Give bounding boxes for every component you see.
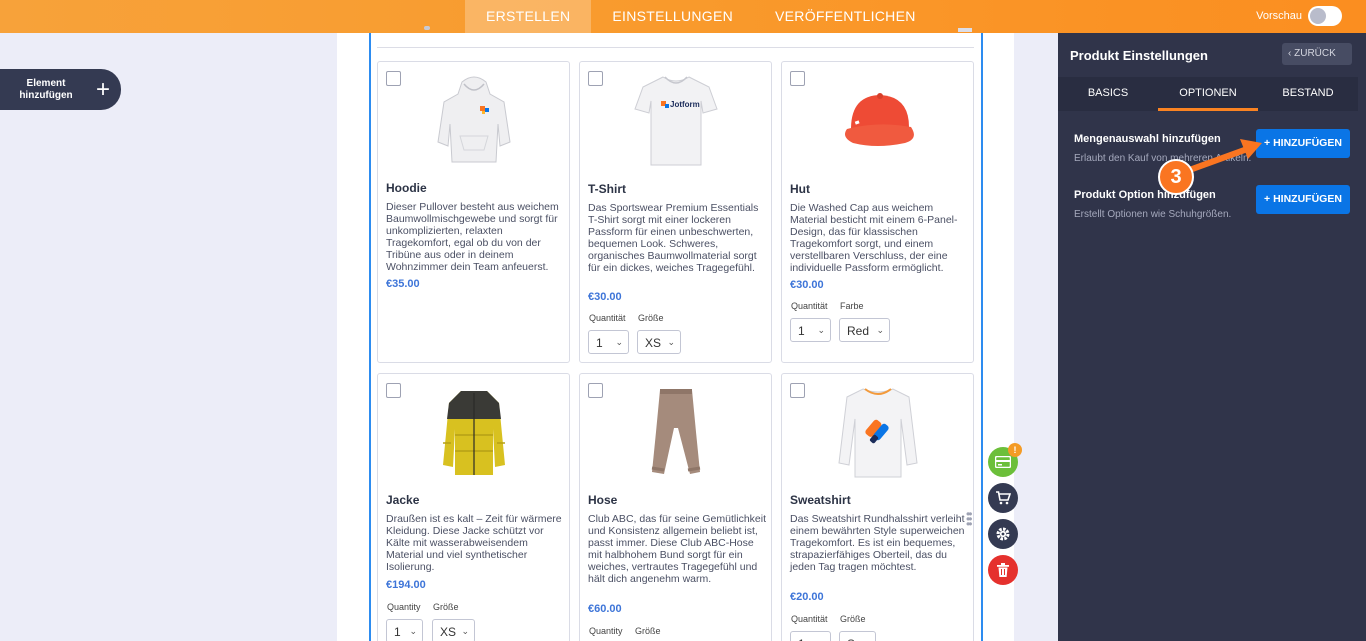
product-price: €20.00 [790, 591, 824, 603]
delete-field-button[interactable] [988, 555, 1018, 585]
chevron-down-icon: ⌄ [461, 626, 469, 636]
quantity-label: Quantity [387, 602, 421, 612]
quantity-label: Quantität [791, 614, 828, 624]
quantity-value: 1 [798, 324, 805, 338]
product-card-tshirt: Jotform T-Shirt Das Sportswear Premium E… [579, 61, 772, 363]
add-element-button[interactable]: Element hinzufügen + [0, 69, 121, 110]
color-value: Red [847, 324, 870, 338]
product-description: Club ABC, das für seine Gemütlichkeit un… [588, 513, 766, 585]
drag-handle-icon[interactable]: •• •• •• [966, 508, 973, 530]
quantity-label: Quantität [589, 313, 626, 323]
sweatshirt-image [782, 380, 973, 484]
quantity-value: 1 [798, 637, 805, 641]
cart-button[interactable] [988, 483, 1018, 513]
product-name: Hose [588, 493, 618, 507]
product-name: Hut [790, 182, 810, 196]
quantity-select[interactable]: 1⌄ [790, 631, 831, 641]
cap-image [782, 68, 973, 172]
product-price: €35.00 [386, 278, 420, 290]
jacket-image [378, 380, 569, 484]
chevron-down-icon: ⌄ [876, 325, 884, 335]
product-name: T-Shirt [588, 182, 626, 196]
product-price: €194.00 [386, 579, 426, 591]
size-label: Größe [635, 626, 661, 636]
color-select[interactable]: Red ⌄ [839, 318, 890, 342]
shopping-cart-icon [996, 491, 1011, 505]
quantity-select[interactable]: 1⌄ [790, 318, 831, 342]
size-value: XS [440, 625, 457, 639]
product-description: Draußen ist es kalt – Zeit für wärmere K… [386, 513, 562, 573]
size-label: Größe [638, 313, 664, 323]
product-name: Sweatshirt [790, 493, 851, 507]
product-price: €30.00 [790, 279, 824, 291]
tab-basics[interactable]: BASICS [1058, 77, 1158, 111]
panel-title: Produkt Einstellungen [1070, 48, 1208, 63]
size-select[interactable]: S⌄ [839, 631, 876, 641]
product-price: €60.00 [588, 603, 622, 615]
size-label: Größe [433, 602, 459, 612]
preview-toggle[interactable] [1308, 6, 1342, 26]
tshirt-image: Jotform [580, 68, 771, 172]
field-settings-button[interactable] [988, 519, 1018, 549]
pants-image [580, 380, 771, 484]
hoodie-image [378, 68, 569, 172]
product-description: Die Washed Cap aus weichem Material best… [790, 202, 958, 274]
chevron-down-icon: ⌄ [615, 337, 623, 347]
trash-icon [997, 563, 1009, 577]
back-label: ZURÜCK [1294, 48, 1336, 59]
divider [377, 47, 974, 48]
product-price: €30.00 [588, 291, 622, 303]
credit-card-icon [995, 456, 1011, 468]
preview-label: Vorschau [1256, 10, 1302, 22]
product-card-hut: Hut Die Washed Cap aus weichem Material … [781, 61, 974, 363]
tab-bestand[interactable]: BESTAND [1258, 77, 1358, 111]
product-description: Dieser Pullover besteht aus weichem Baum… [386, 201, 559, 273]
svg-text:Jotform: Jotform [670, 100, 700, 109]
color-label: Farbe [840, 301, 864, 311]
size-label: Größe [840, 614, 866, 624]
tab-veroeffentlichen[interactable]: VERÖFFENTLICHEN [754, 0, 937, 33]
back-button[interactable]: ‹ ZURÜCK [1282, 43, 1352, 65]
quantity-label: Quantity [589, 626, 623, 636]
warning-badge: ! [1008, 443, 1022, 457]
product-description: Das Sportswear Premium Essentials T-Shir… [588, 202, 759, 274]
product-description: Das Sweatshirt Rundhalsshirt verleiht ei… [790, 513, 965, 573]
product-option-title: Produkt Option hinzufügen [1074, 189, 1216, 201]
quantity-value: 1 [596, 336, 603, 350]
size-value: S [847, 637, 855, 641]
product-name: Jacke [386, 493, 420, 507]
quantity-value: 1 [394, 625, 401, 639]
gear-icon [996, 527, 1010, 541]
size-select[interactable]: XS ⌄ [432, 619, 475, 641]
settings-tabs: BASICS OPTIONEN BESTAND [1058, 77, 1358, 111]
tab-erstellen[interactable]: ERSTELLEN [465, 0, 592, 33]
chevron-left-icon: ‹ [1288, 48, 1292, 59]
product-card-hose: Hose Club ABC, das für seine Gemütlichke… [579, 373, 772, 641]
add-element-label: Element hinzufügen [19, 77, 73, 101]
builder-tabs: ERSTELLEN EINSTELLUNGEN VERÖFFENTLICHEN [465, 0, 937, 33]
quantity-select[interactable]: 1⌄ [588, 330, 629, 354]
tab-einstellungen[interactable]: EINSTELLUNGEN [591, 0, 754, 33]
size-value: XS [645, 336, 662, 350]
chevron-down-icon: ⌄ [409, 626, 417, 636]
chevron-down-icon: ⌄ [817, 325, 825, 335]
top-bar: ERSTELLEN EINSTELLUNGEN VERÖFFENTLICHEN … [0, 0, 1366, 33]
cut-off-control [958, 28, 972, 32]
product-card-sweatshirt: Sweatshirt Das Sweatshirt Rundhalsshirt … [781, 373, 974, 641]
product-card-hoodie: Hoodie Dieser Pullover besteht aus weich… [377, 61, 570, 363]
product-option-desc: Erstellt Optionen wie Schuhgrößen. [1074, 209, 1232, 220]
preview-control: Vorschau [1256, 6, 1342, 26]
cut-off-text [424, 26, 430, 30]
product-settings-panel: Produkt Einstellungen ‹ ZURÜCK BASICS OP… [1058, 33, 1366, 641]
quantity-label: Quantität [791, 301, 828, 311]
step-number-badge: 3 [1158, 159, 1194, 195]
product-name: Hoodie [386, 181, 427, 195]
size-select[interactable]: XS ⌄ [637, 330, 681, 354]
plus-icon: + [96, 75, 111, 103]
tab-optionen[interactable]: OPTIONEN [1158, 77, 1258, 111]
product-card-jacke: Jacke Draußen ist es kalt – Zeit für wär… [377, 373, 570, 641]
quantity-select[interactable]: 1⌄ [386, 619, 423, 641]
chevron-down-icon: ⌄ [667, 337, 675, 347]
